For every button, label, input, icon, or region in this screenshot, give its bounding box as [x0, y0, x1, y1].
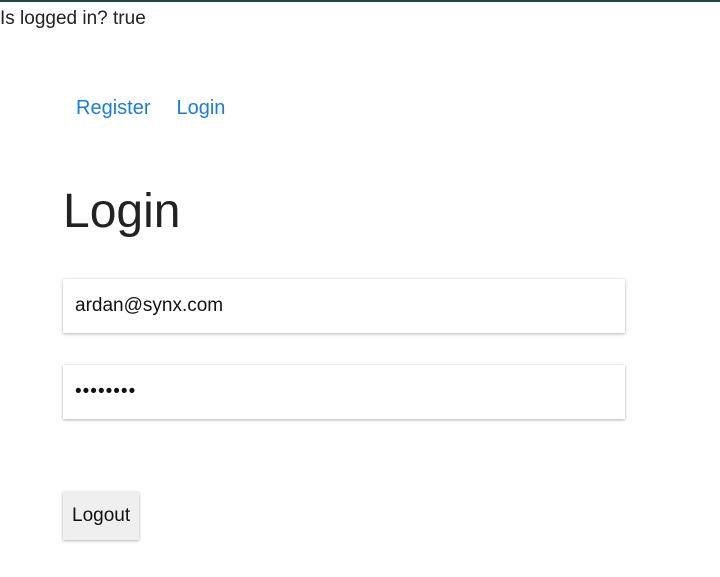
- top-border: [0, 0, 720, 2]
- password-field[interactable]: [63, 365, 625, 419]
- login-status-text: Is logged in? true: [0, 8, 146, 29]
- email-field[interactable]: [63, 279, 625, 333]
- page-title: Login: [63, 185, 181, 238]
- top-nav: Register Login: [76, 97, 225, 120]
- nav-link-login[interactable]: Login: [176, 97, 225, 120]
- logout-button[interactable]: Logout: [63, 492, 140, 540]
- nav-link-register[interactable]: Register: [76, 97, 150, 120]
